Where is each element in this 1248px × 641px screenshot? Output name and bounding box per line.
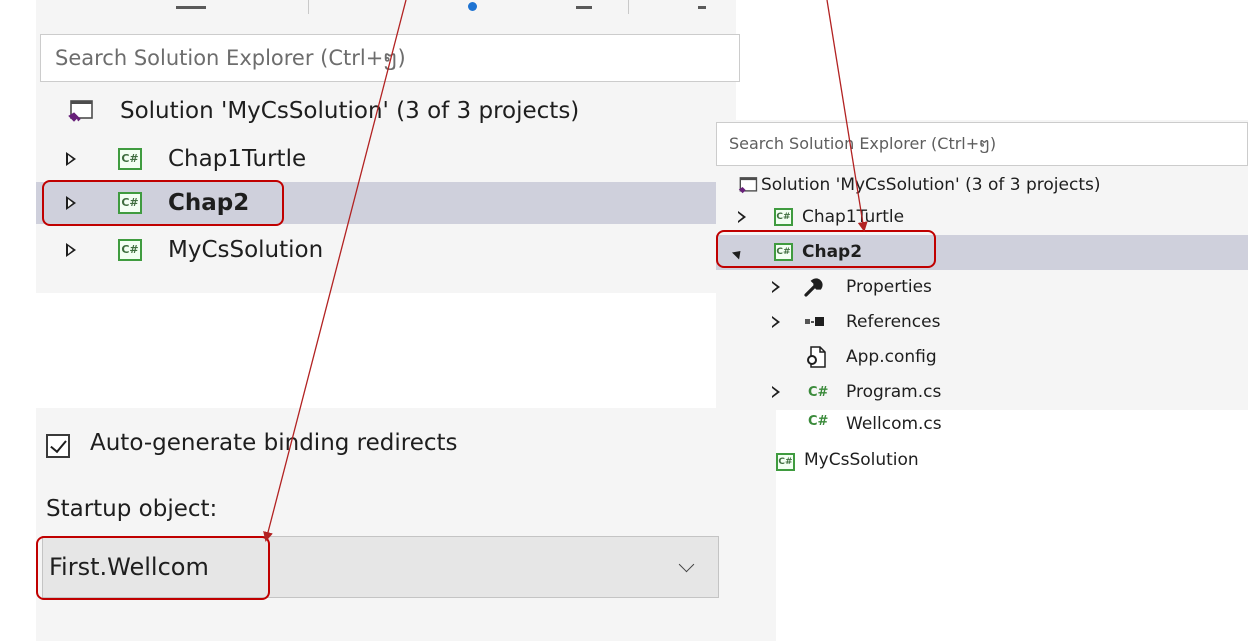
toolbar-separator xyxy=(308,0,309,14)
toolbar-icon[interactable] xyxy=(468,2,477,11)
tree-item-references[interactable]: References xyxy=(716,305,1248,340)
csharp-project-icon: C# xyxy=(118,239,142,261)
toolbar-strip xyxy=(36,0,736,22)
tree-item-project[interactable]: C# Chap1Turtle xyxy=(36,138,736,180)
expand-arrow-icon[interactable] xyxy=(66,152,76,166)
expand-arrow-icon[interactable] xyxy=(772,386,780,398)
toolbar-separator xyxy=(628,0,629,14)
search-input[interactable]: Search Solution Explorer (Ctrl+ໆ) xyxy=(716,122,1248,166)
tree-item-label: Properties xyxy=(846,277,932,297)
tree-item-label: App.config xyxy=(846,347,937,367)
tree-item-label: Program.cs xyxy=(846,382,942,402)
tree-item-label: MyCsSolution xyxy=(168,237,324,263)
references-icon xyxy=(805,317,824,326)
tree-item-label: Solution 'MyCsSolution' (3 of 3 projects… xyxy=(761,175,1101,195)
solution-icon xyxy=(68,100,93,122)
tree-item-label[interactable]: MyCsSolution xyxy=(804,450,919,470)
tree-item-program-cs[interactable]: C# Program.cs xyxy=(716,375,1248,410)
tree-item-properties[interactable]: Properties xyxy=(716,270,1248,305)
tree-item-solution[interactable]: Solution 'MyCsSolution' (3 of 3 projects… xyxy=(36,90,736,132)
tree-item-label: Chap1Turtle xyxy=(168,146,307,172)
tree-item-label: Solution 'MyCsSolution' (3 of 3 projects… xyxy=(120,98,580,124)
tree-item-label: References xyxy=(846,312,941,332)
toolbar-icon[interactable] xyxy=(698,6,706,9)
tree-item-appconfig[interactable]: App.config xyxy=(716,340,1248,375)
cs-file-icon: C# xyxy=(808,414,829,429)
expand-arrow-icon[interactable] xyxy=(772,281,780,293)
expand-arrow-icon[interactable] xyxy=(738,211,746,223)
tree-item-solution[interactable]: Solution 'MyCsSolution' (3 of 3 projects… xyxy=(716,168,1248,203)
csharp-project-icon: C# xyxy=(776,453,795,471)
red-highlight-box xyxy=(716,230,936,268)
cs-file-icon: C# xyxy=(808,385,829,400)
config-file-icon xyxy=(807,346,826,368)
csharp-project-icon: C# xyxy=(118,148,142,170)
chevron-down-icon[interactable] xyxy=(678,556,695,573)
csharp-project-icon: C# xyxy=(774,208,793,226)
panel-continuation-white: C# Wellcom.cs C# MyCsSolution xyxy=(776,410,1248,480)
startup-object-label: Startup object: xyxy=(46,496,218,522)
expand-arrow-icon[interactable] xyxy=(772,316,780,328)
wrench-icon xyxy=(804,278,823,297)
tree-item-label[interactable]: Wellcom.cs xyxy=(846,414,942,434)
expand-arrow-icon[interactable] xyxy=(66,243,76,257)
tree-item-project[interactable]: C# MyCsSolution xyxy=(36,229,736,271)
project-properties-page: Auto-generate binding redirects Startup … xyxy=(36,408,776,641)
red-highlight-box xyxy=(42,180,284,226)
search-input[interactable]: Search Solution Explorer (Ctrl+ໆ) xyxy=(40,34,740,82)
red-highlight-box xyxy=(36,536,270,600)
solution-explorer-large: Search Solution Explorer (Ctrl+ໆ) Soluti… xyxy=(36,0,740,293)
auto-generate-label: Auto-generate binding redirects xyxy=(90,430,458,456)
toolbar-icon[interactable] xyxy=(176,6,206,9)
solution-icon xyxy=(738,177,758,194)
auto-generate-checkbox[interactable] xyxy=(46,434,70,458)
toolbar-icon[interactable] xyxy=(576,6,592,9)
